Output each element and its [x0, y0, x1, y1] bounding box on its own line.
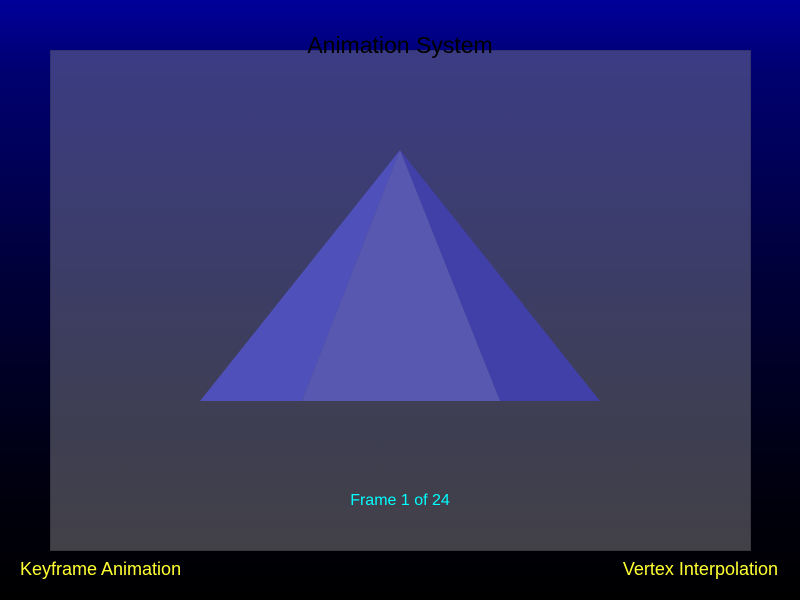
scene-canvas	[200, 150, 600, 401]
vertex-interpolation-label: Vertex Interpolation	[622, 559, 778, 579]
keyframe-animation-label: Keyframe Animation	[20, 559, 182, 579]
animation-viewport	[50, 50, 751, 551]
page-title: Animation System	[307, 32, 493, 58]
frame-counter: Frame 1 of 24	[350, 492, 450, 509]
